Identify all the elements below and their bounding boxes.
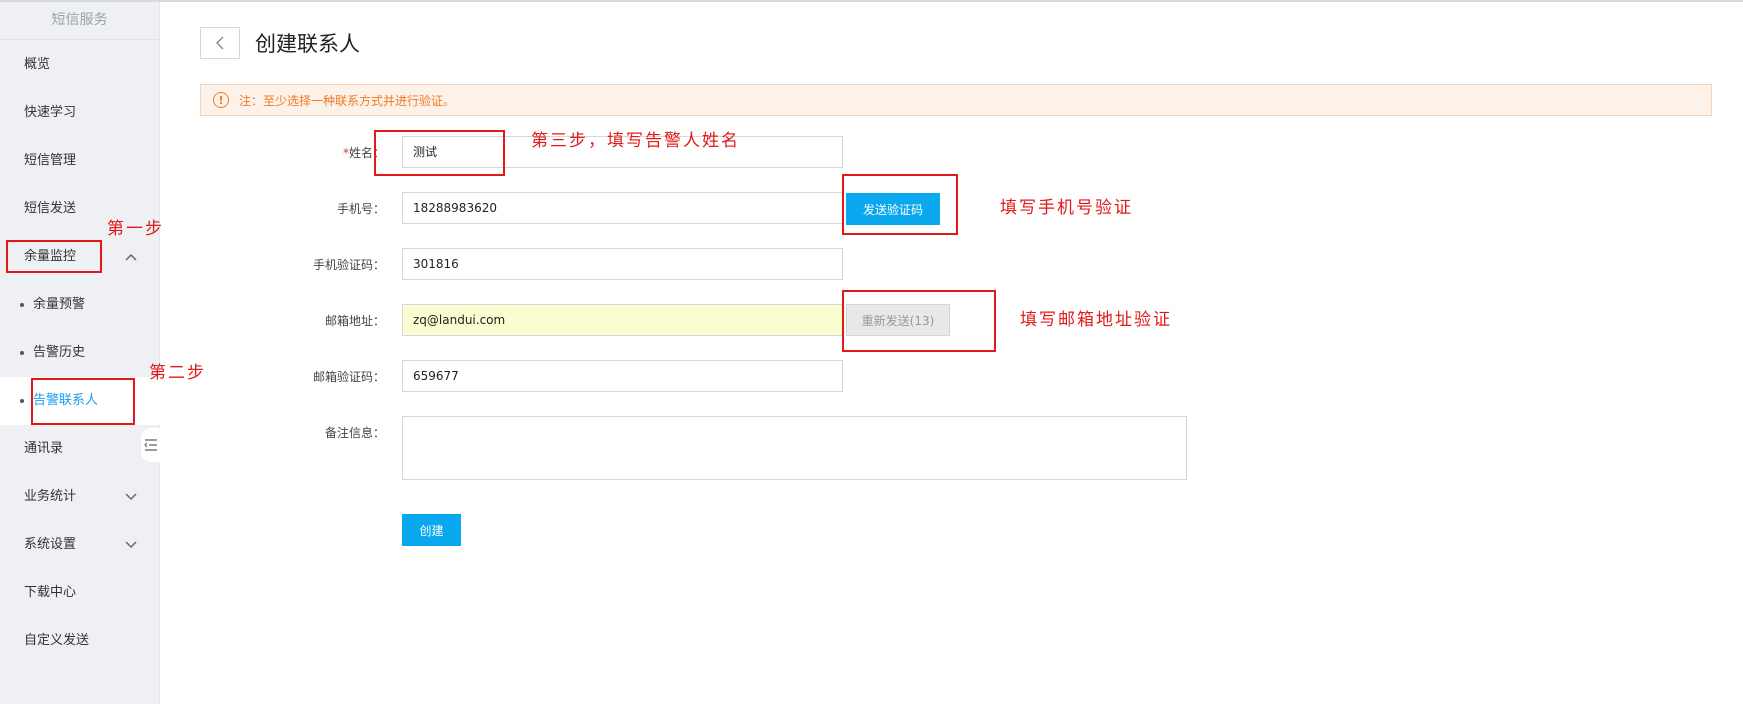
annotation-box-step3 — [374, 130, 505, 176]
page-title: 创建联系人 — [255, 32, 360, 56]
sidebar-subitem-alert-history[interactable]: 告警历史 — [0, 329, 160, 377]
annotation-step2: 第二步 — [149, 363, 206, 383]
back-button[interactable] — [200, 27, 240, 59]
bullet-icon — [20, 399, 24, 403]
sidebar-subitem-label: 告警历史 — [33, 345, 86, 360]
annotation-step3: 第三步，填写告警人姓名 — [531, 131, 740, 151]
warning-icon: ! — [213, 92, 229, 108]
sidebar-collapse-button[interactable] — [141, 428, 161, 462]
sidebar-item-business-stats[interactable]: 业务统计 — [0, 473, 160, 521]
chevron-down-icon — [124, 473, 138, 521]
annotation-box-step1 — [6, 240, 102, 273]
sidebar-item-download-center[interactable]: 下载中心 — [0, 569, 160, 617]
email-code-label: 邮箱验证码： — [312, 370, 385, 384]
remark-label: 备注信息： — [324, 426, 385, 440]
create-button[interactable]: 创建 — [402, 514, 461, 546]
page-header: 创建联系人 — [200, 27, 360, 59]
sidebar-item-label: 业务统计 — [24, 489, 77, 504]
sidebar-item-sms-management[interactable]: 短信管理 — [0, 137, 160, 185]
sidebar-item-label: 快速学习 — [24, 105, 77, 120]
sidebar-item-overview[interactable]: 概览 — [0, 41, 160, 89]
top-border — [0, 0, 1743, 2]
sidebar-subitem-balance-alert[interactable]: 余量预警 — [0, 281, 160, 329]
name-label: *姓名： — [342, 146, 385, 160]
sidebar-subitem-label: 余量预警 — [33, 297, 86, 312]
sidebar-title: 短信服务 — [0, 2, 159, 40]
chevron-left-icon — [216, 36, 224, 50]
sidebar-item-custom-send[interactable]: 自定义发送 — [0, 617, 160, 665]
annotation-box-phone — [842, 174, 958, 235]
email-code-field[interactable]: 659677 — [402, 360, 843, 392]
sidebar-item-address-book[interactable]: 通讯录 — [0, 425, 160, 473]
sidebar-item-label: 概览 — [24, 57, 51, 72]
sidebar-item-label: 自定义发送 — [24, 633, 90, 648]
sidebar-item-quick-learn[interactable]: 快速学习 — [0, 89, 160, 137]
email-field[interactable]: zq@landui.com — [402, 304, 843, 336]
annotation-phone: 填写手机号验证 — [1000, 198, 1133, 218]
sidebar-item-label: 通讯录 — [24, 441, 64, 456]
sidebar: 短信服务 概览 快速学习 短信管理 短信发送 余量监控 余量预警 告警历史 告警… — [0, 2, 160, 704]
sidebar-item-label: 系统设置 — [24, 537, 77, 552]
notice-text: 注：至少选择一种联系方式并进行验证。 — [239, 93, 456, 108]
remark-textarea[interactable] — [402, 416, 1187, 480]
chevron-down-icon — [124, 521, 138, 569]
chevron-up-icon — [124, 233, 138, 281]
sidebar-item-system-settings[interactable]: 系统设置 — [0, 521, 160, 569]
collapse-menu-icon — [144, 439, 157, 451]
phone-code-label: 手机验证码： — [312, 258, 385, 272]
annotation-email: 填写邮箱地址验证 — [1020, 310, 1172, 330]
annotation-box-email — [842, 290, 996, 352]
sidebar-item-label: 下载中心 — [24, 585, 77, 600]
annotation-box-step2 — [31, 378, 135, 425]
notice-banner: ! 注：至少选择一种联系方式并进行验证。 — [200, 84, 1712, 116]
bullet-icon — [20, 303, 24, 307]
annotation-step1: 第一步 — [107, 219, 164, 239]
sidebar-item-label: 短信管理 — [24, 153, 77, 168]
phone-label: 手机号： — [336, 202, 385, 216]
email-label: 邮箱地址： — [324, 314, 385, 328]
phone-field[interactable]: 18288983620 — [402, 192, 843, 224]
phone-code-field[interactable]: 301816 — [402, 248, 843, 280]
bullet-icon — [20, 351, 24, 355]
sidebar-item-label: 短信发送 — [24, 201, 77, 216]
